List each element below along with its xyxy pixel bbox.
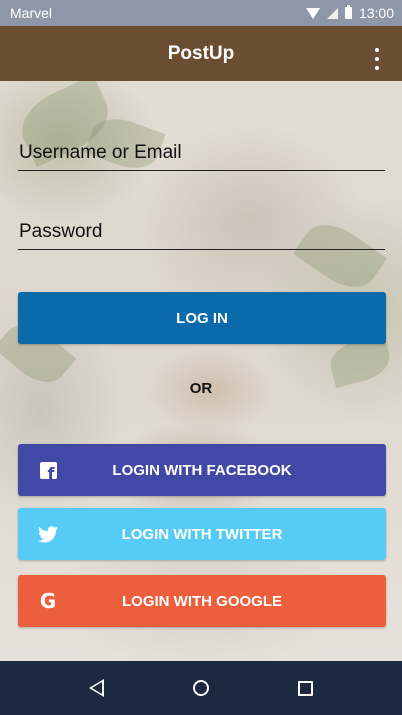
login-button[interactable]: LOG IN [18,292,386,344]
recents-icon[interactable] [286,668,326,708]
app-bar: PostUp [0,26,402,81]
clock: 13:00 [358,5,394,21]
username-input[interactable] [18,142,385,164]
google-icon: G [39,589,57,613]
login-google-button[interactable]: G LOGIN WITH GOOGLE [18,575,386,627]
username-field[interactable] [18,135,385,171]
facebook-icon [38,460,58,482]
wifi-icon [305,7,320,19]
home-icon[interactable] [181,668,221,708]
back-icon[interactable] [76,668,116,708]
twitter-icon [38,524,58,544]
or-divider-label: OR [189,380,213,397]
signal-icon [326,7,338,19]
battery-icon [344,5,352,19]
status-icons: 13:00 [305,5,394,21]
login-facebook-button[interactable]: LOGIN WITH FACEBOOK [18,444,386,496]
status-bar: Marvel 13:00 [0,0,402,26]
carrier-label: Marvel [10,5,53,21]
password-field[interactable] [18,214,385,250]
password-input[interactable] [18,221,385,243]
google-button-label: LOGIN WITH GOOGLE [122,592,282,610]
login-twitter-button[interactable]: LOGIN WITH TWITTER [18,508,386,560]
navigation-bar [0,661,402,715]
login-button-label: LOG IN [176,309,228,327]
more-vert-icon[interactable] [374,48,380,70]
twitter-button-label: LOGIN WITH TWITTER [121,525,283,543]
facebook-button-label: LOGIN WITH FACEBOOK [112,461,292,479]
app-title: PostUp [167,42,235,64]
